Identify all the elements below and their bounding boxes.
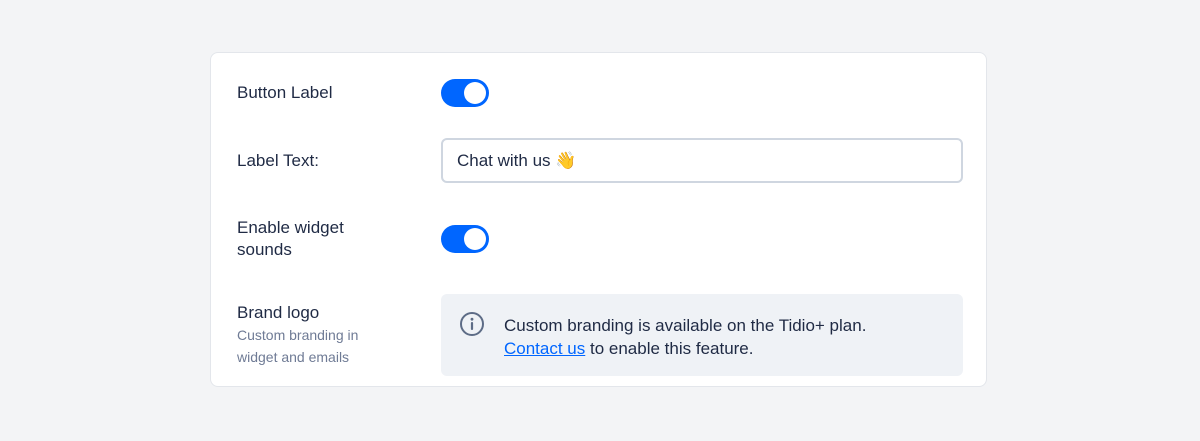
info-icon <box>460 312 484 336</box>
branding-info-message: Custom branding is available on the Tidi… <box>504 314 866 360</box>
widget-sounds-toggle[interactable] <box>441 225 489 253</box>
widget-sounds-setting-label: Enable widget sounds <box>237 218 344 259</box>
toggle-knob <box>464 228 486 250</box>
brand-logo-setting: Brand logo Custom branding in widget and… <box>237 302 358 368</box>
button-label-setting-label: Button Label <box>237 83 333 102</box>
branding-info-after-link: to enable this feature. <box>585 339 754 358</box>
label-text-input[interactable] <box>441 138 963 183</box>
brand-logo-description-line2: widget and emails <box>237 349 350 365</box>
brand-logo-label: Brand logo <box>237 303 320 322</box>
brand-logo-description-line1: Custom branding in <box>237 327 359 343</box>
toggle-knob <box>464 82 486 104</box>
button-label-toggle[interactable] <box>441 79 489 107</box>
label-text-setting-label: Label Text: <box>237 151 319 170</box>
branding-info-second-line: Contact us to enable this feature. <box>504 337 866 360</box>
widget-settings-card: Button Label Label Text: Enable widget s… <box>210 52 987 387</box>
contact-us-link[interactable]: Contact us <box>504 339 585 358</box>
branding-info-text: Custom branding is available on the Tidi… <box>504 316 867 335</box>
branding-info-box: Custom branding is available on the Tidi… <box>441 294 963 376</box>
